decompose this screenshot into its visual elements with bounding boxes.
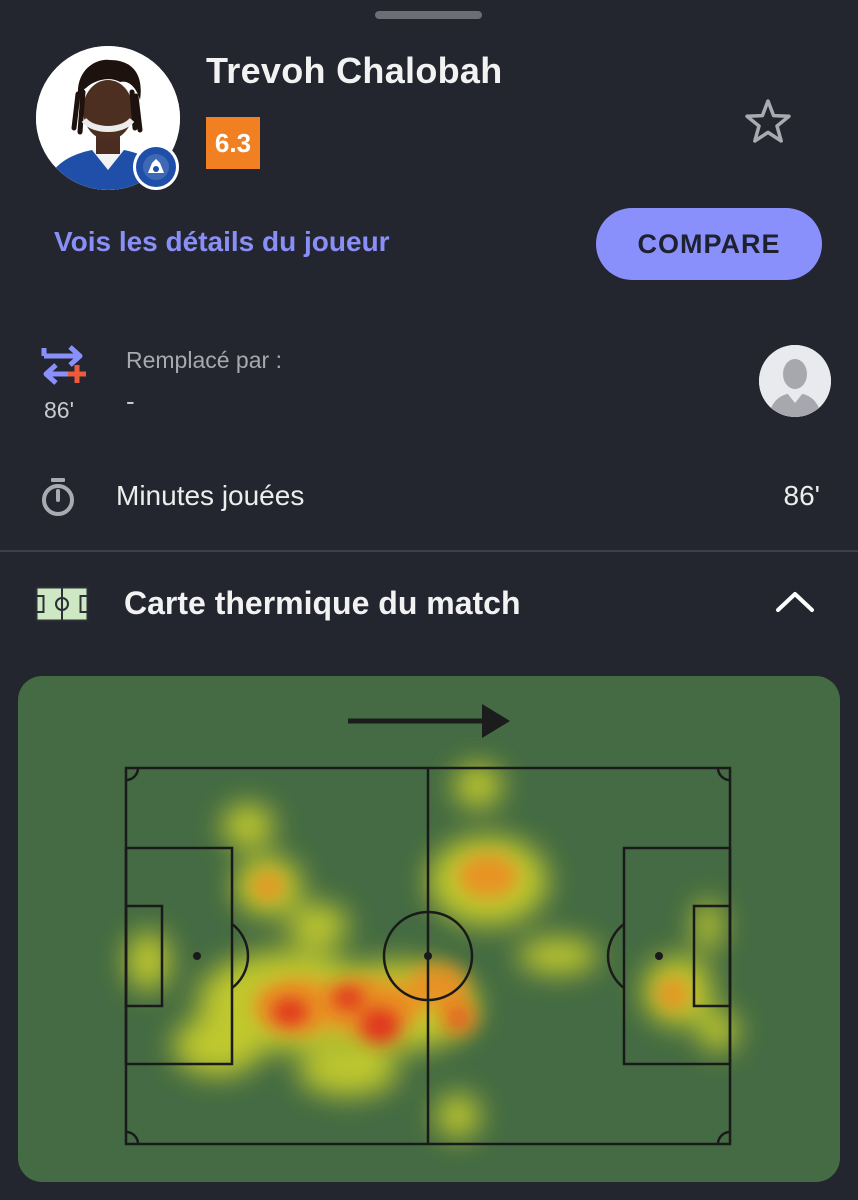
chevron-up-icon[interactable] bbox=[772, 586, 818, 616]
minutes-played-value: 86' bbox=[783, 480, 821, 511]
player-details-link[interactable]: Vois les détails du joueur bbox=[54, 226, 390, 258]
replaced-by-label: Remplacé par : bbox=[126, 347, 282, 373]
person-placeholder-icon bbox=[759, 345, 831, 417]
stopwatch-icon bbox=[42, 478, 74, 516]
club-badge-icon bbox=[133, 144, 179, 190]
heatmap-pitch bbox=[124, 704, 738, 1146]
player-avatar bbox=[36, 46, 180, 190]
substitution-minute: 86' bbox=[44, 397, 74, 423]
rating-badge: 6.3 bbox=[206, 117, 260, 169]
substitution-arrows-icon bbox=[41, 345, 86, 385]
favorite-star-icon[interactable] bbox=[742, 96, 794, 146]
minutes-played-label: Minutes jouées bbox=[116, 480, 305, 511]
arrow-right-icon bbox=[348, 704, 510, 738]
substitute-avatar[interactable] bbox=[759, 345, 831, 417]
replaced-by-value: - bbox=[126, 386, 135, 416]
heatmap-title: Carte thermique du match bbox=[124, 585, 521, 621]
sheet-drag-handle[interactable] bbox=[375, 11, 482, 19]
heat-zones-low bbox=[126, 764, 738, 1138]
player-name: Trevoh Chalobah bbox=[206, 50, 503, 91]
section-divider bbox=[0, 550, 858, 552]
compare-button[interactable]: COMPARE bbox=[596, 208, 822, 280]
pitch-icon bbox=[35, 586, 89, 622]
heatmap-card bbox=[18, 676, 840, 1182]
